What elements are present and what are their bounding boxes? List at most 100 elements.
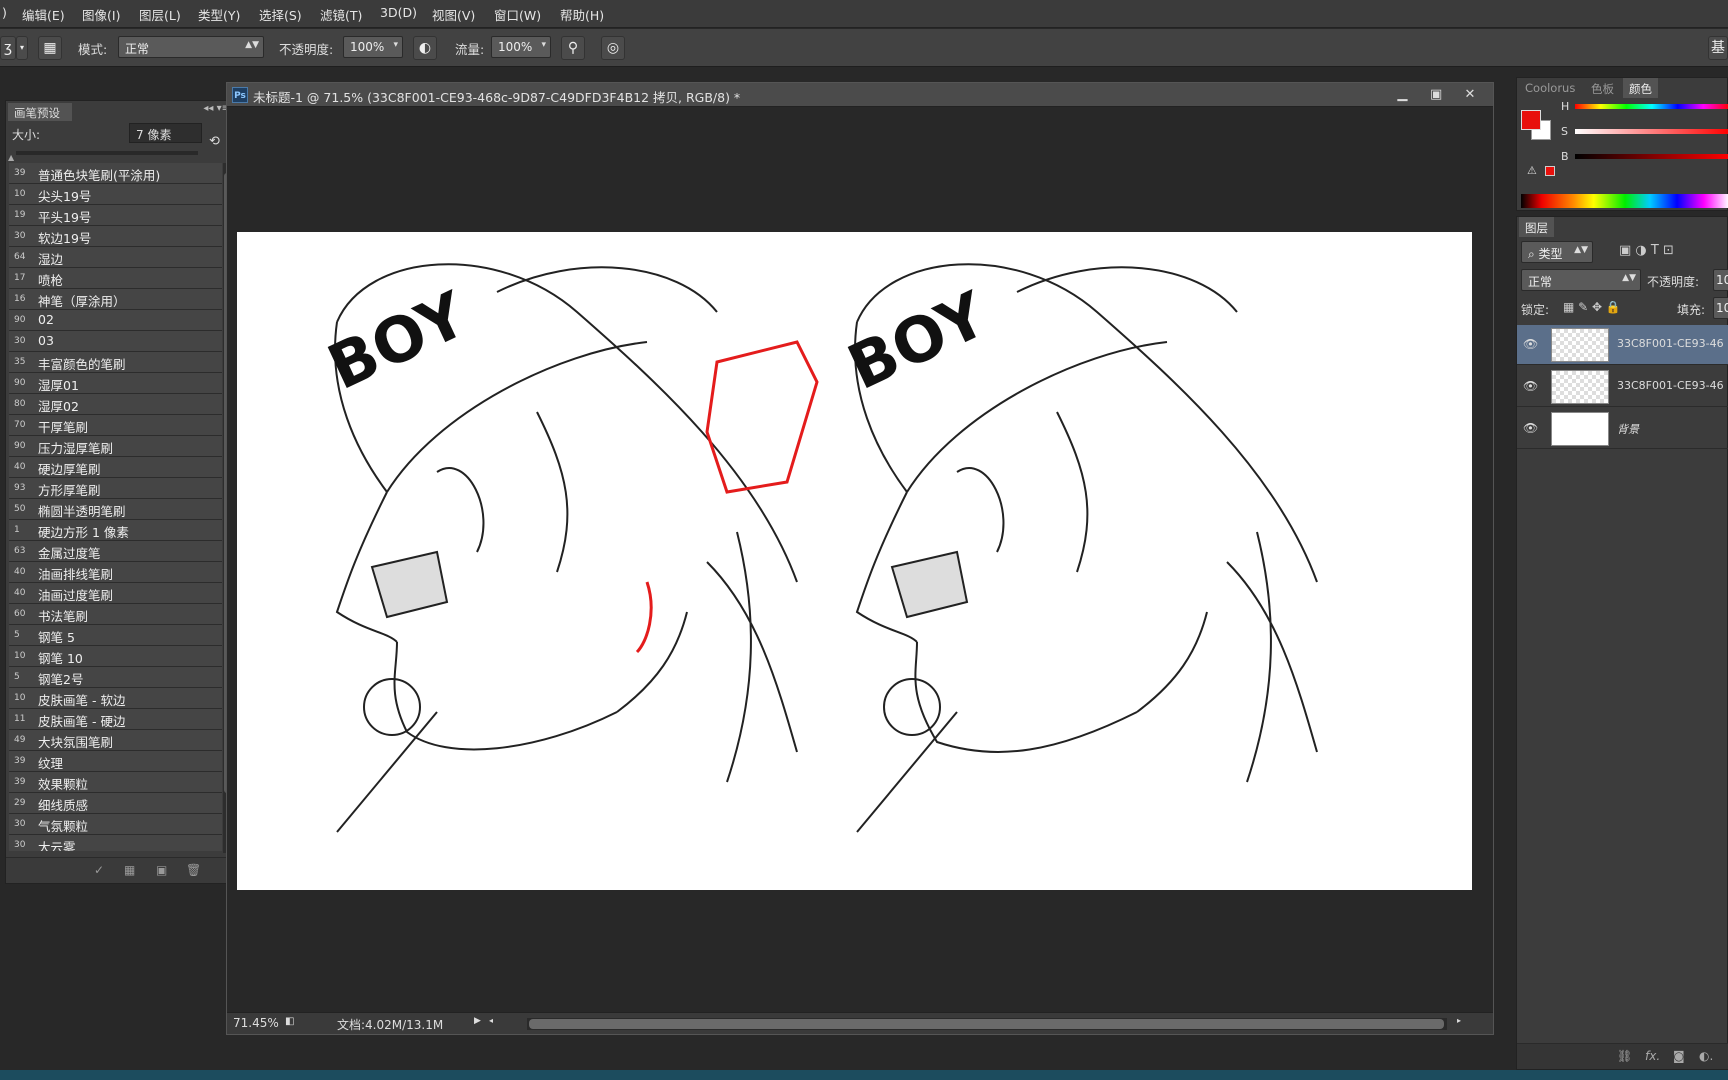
status-icon[interactable]: ◧ (285, 1016, 294, 1027)
hue-slider[interactable] (1575, 104, 1728, 109)
menu-image[interactable]: 图像(I) (82, 5, 120, 24)
workspace-button[interactable]: 基 (1708, 36, 1728, 60)
menu-type[interactable]: 类型(Y) (198, 5, 240, 24)
brush-preset-item[interactable]: 5 钢笔 5 (9, 625, 222, 646)
fill-input[interactable]: 10 (1713, 297, 1728, 319)
brush-preset-item[interactable]: 90 压力湿厚笔刷 (9, 436, 222, 457)
menu-window[interactable]: 窗口(W) (494, 5, 541, 24)
brush-preset-item[interactable]: 19 平头19号 (9, 205, 222, 226)
brush-preset-item[interactable]: 39 普通色块笔刷(平涂用) (9, 163, 222, 184)
flow-input[interactable]: 100% ▾ (491, 36, 551, 58)
brush-preset-item[interactable]: 64 湿边 (9, 247, 222, 268)
brush-preset-item[interactable]: 17 喷枪 (9, 268, 222, 289)
brush-presets-tab[interactable]: 画笔预设 (8, 103, 72, 121)
pressure-size-icon[interactable]: ◎ (601, 36, 625, 60)
horizontal-scrollbar[interactable] (527, 1018, 1447, 1030)
size-input[interactable]: 7 像素 (129, 123, 202, 143)
brush-preset-item[interactable]: 50 椭圆半透明笔刷 (9, 499, 222, 520)
brush-preset-item[interactable]: 29 细线质感 (9, 793, 222, 814)
layer-filter-select[interactable]: ⌕ 类型 ▲▼ (1521, 241, 1593, 263)
brush-preset-item[interactable]: 1 硬边方形 1 像素 (9, 520, 222, 541)
tab-swatches[interactable]: 色板 (1585, 78, 1620, 98)
status-menu-arrow-icon[interactable]: ▶ (474, 1016, 481, 1026)
menu-layer[interactable]: 图层(L) (139, 5, 181, 24)
brush-preset-item[interactable]: 30 软边19号 (9, 226, 222, 247)
close-icon[interactable]: ✕ (1457, 85, 1483, 105)
menu-3d[interactable]: 3D(D) (380, 5, 417, 20)
maximize-icon[interactable]: ▣ (1423, 85, 1449, 105)
gamut-warning-icon[interactable]: ⚠ (1527, 164, 1537, 177)
layer-row[interactable]: 👁 33C8F001-CE93-46 (1517, 325, 1728, 365)
foreground-color-swatch[interactable] (1521, 110, 1541, 130)
brightness-slider[interactable] (1575, 154, 1728, 159)
lock-icons[interactable]: ▦ ✎ ✥ 🔒 (1563, 300, 1621, 314)
size-slider-thumb[interactable]: ▲ (8, 153, 14, 162)
brush-preset-item[interactable]: 40 油画过度笔刷 (9, 583, 222, 604)
brush-preset-item[interactable]: 10 皮肤画笔 - 软边 (9, 688, 222, 709)
menu-edit[interactable]: 编辑(E) (22, 5, 65, 24)
brush-preset-item[interactable]: 90 湿厚01 (9, 373, 222, 394)
brush-preset-item[interactable]: 40 硬边厚笔刷 (9, 457, 222, 478)
tab-color[interactable]: 颜色 (1623, 78, 1658, 98)
opacity-input[interactable]: 100% ▾ (343, 36, 403, 58)
brush-grid-icon[interactable]: ▦ (124, 863, 135, 877)
pressure-opacity-icon[interactable]: ◐ (413, 36, 437, 60)
brush-preset-item[interactable]: 10 钢笔 10 (9, 646, 222, 667)
toggle-brush-panel-icon[interactable]: ✓ (94, 863, 104, 877)
mode-select[interactable]: 正常 ▲▼ (118, 36, 264, 58)
menu-view[interactable]: 视图(V) (432, 5, 475, 24)
brush-preset-item[interactable]: 10 尖头19号 (9, 184, 222, 205)
brush-preset-item[interactable]: 70 干厚笔刷 (9, 415, 222, 436)
eye-icon[interactable]: 👁 (1523, 421, 1538, 435)
brush-preset-item[interactable]: 16 神笔（厚涂用） (9, 289, 222, 310)
fx-icon[interactable]: fx. (1645, 1049, 1660, 1063)
menu-filter[interactable]: 滤镜(T) (320, 5, 362, 24)
color-spectrum-bar[interactable] (1521, 194, 1728, 208)
tab-coolorus[interactable]: Coolorus (1519, 78, 1581, 98)
brush-panel-toggle-icon[interactable]: ▦ (38, 36, 62, 60)
zoom-level[interactable]: 71.45% (233, 1016, 279, 1030)
brush-preset-item[interactable]: 39 效果颗粒 (9, 772, 222, 793)
document-title-bar[interactable]: Ps 未标题-1 @ 71.5% (33C8F001-CE93-468c-9D8… (227, 83, 1493, 107)
drawing-canvas[interactable]: BOY BOY (237, 232, 1472, 890)
new-preset-icon[interactable]: ▣ (156, 863, 167, 877)
saturation-slider[interactable] (1575, 129, 1728, 134)
brush-preset-item[interactable]: 11 皮肤画笔 - 硬边 (9, 709, 222, 730)
brush-preset-item[interactable]: 30 大云雾 (9, 835, 222, 851)
menu-select[interactable]: 选择(S) (259, 5, 302, 24)
menu-help[interactable]: 帮助(H) (560, 5, 604, 24)
eye-icon[interactable]: 👁 (1523, 379, 1538, 393)
airbrush-icon[interactable]: ⚲ (561, 36, 585, 60)
layer-row[interactable]: 👁 33C8F001-CE93-46 (1517, 367, 1728, 407)
scrollbar-thumb[interactable] (529, 1019, 1444, 1029)
brush-tool-icon[interactable]: ʒ (0, 36, 16, 60)
brush-preset-item[interactable]: 80 湿厚02 (9, 394, 222, 415)
link-layers-icon[interactable]: ⛓ (1617, 1049, 1632, 1063)
brush-preset-item[interactable]: 39 纹理 (9, 751, 222, 772)
brush-preset-item[interactable]: 93 方形厚笔刷 (9, 478, 222, 499)
layer-filter-icons[interactable]: ▣ ◑ T ⊡ (1619, 243, 1674, 258)
layer-row[interactable]: 👁 背景 (1517, 409, 1728, 449)
layer-opacity-input[interactable]: 10 (1713, 269, 1728, 291)
brush-preset-item[interactable]: 5 钢笔2号 (9, 667, 222, 688)
brush-preset-item[interactable]: 40 油画排线笔刷 (9, 562, 222, 583)
web-safe-color-swatch[interactable] (1545, 166, 1555, 176)
adjustment-layer-icon[interactable]: ◐. (1699, 1049, 1713, 1063)
brush-preset-item[interactable]: 30 气氛颗粒 (9, 814, 222, 835)
scroll-right-icon[interactable]: ▸ (1457, 1016, 1461, 1025)
brush-preset-item[interactable]: 90 02 (9, 310, 222, 331)
brush-preset-item[interactable]: 63 金属过度笔 (9, 541, 222, 562)
menu-partial[interactable]: ) (2, 5, 7, 20)
scroll-left-icon[interactable]: ◂ (489, 1016, 493, 1025)
eye-icon[interactable]: 👁 (1523, 337, 1538, 351)
brush-preset-item[interactable]: 30 03 (9, 331, 222, 352)
tab-layers[interactable]: 图层 (1519, 217, 1554, 237)
size-slider[interactable] (16, 151, 198, 155)
add-mask-icon[interactable]: ◙ (1673, 1049, 1685, 1063)
brush-preset-item[interactable]: 60 书法笔刷 (9, 604, 222, 625)
brush-preset-item[interactable]: 35 丰富颜色的笔刷 (9, 352, 222, 373)
delete-icon[interactable]: 🗑 (186, 863, 201, 877)
minimize-icon[interactable]: ▁ (1389, 85, 1415, 105)
tool-preset-dropdown[interactable]: ▾ (16, 36, 28, 60)
blend-mode-select[interactable]: 正常 ▲▼ (1521, 269, 1641, 291)
